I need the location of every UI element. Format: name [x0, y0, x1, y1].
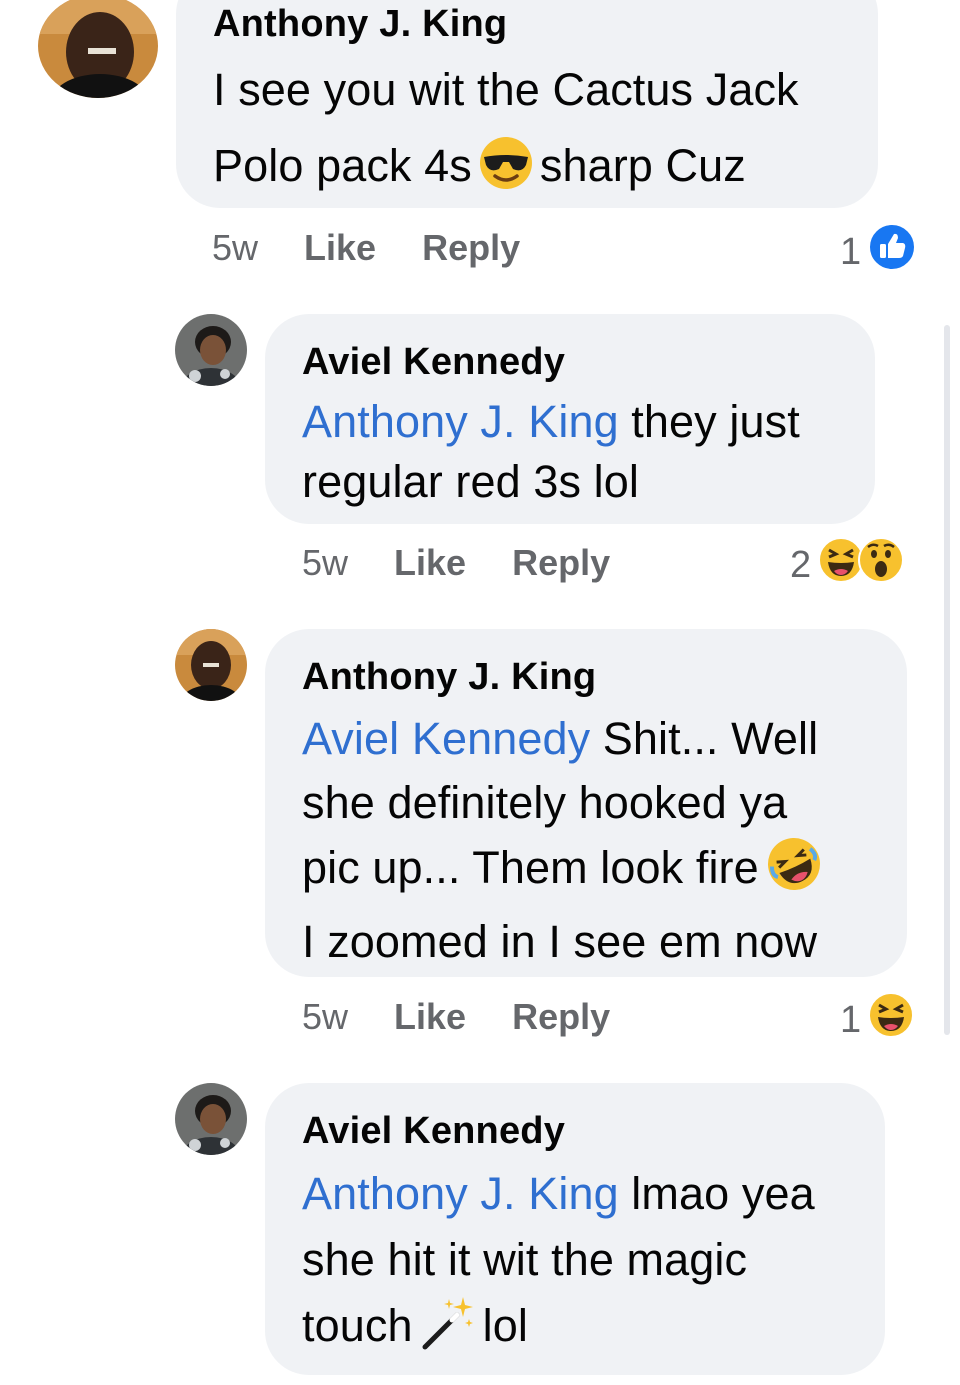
comment-text: Anthony J. King lmao yea she hit it wit … — [302, 1161, 885, 1369]
magic-wand-emoji — [419, 1293, 477, 1369]
comment-bubble: Aviel Kennedy Anthony J. King they just … — [265, 314, 875, 524]
comment-time: 5w — [302, 996, 349, 1037]
comment-time: 5w — [302, 542, 349, 583]
rolling-laughing-emoji — [765, 835, 823, 910]
comment-bubble: Anthony J. King Aviel Kennedy Shit... We… — [265, 629, 907, 977]
like-button[interactable]: Like — [394, 996, 466, 1037]
sunglasses-emoji — [478, 135, 534, 214]
comment-text: Aviel Kennedy Shit... Well she definitel… — [302, 707, 907, 974]
comment-text: I see you wit the Cactus Jack Polo pack … — [213, 52, 878, 214]
reply-button[interactable]: Reply — [512, 996, 610, 1037]
haha-reaction-icon — [867, 991, 915, 1049]
reply-button[interactable]: Reply — [422, 227, 520, 268]
comment-author[interactable]: Aviel Kennedy — [302, 1109, 885, 1153]
reaction-count: 1 — [840, 998, 862, 1041]
comment-author[interactable]: Aviel Kennedy — [302, 340, 875, 384]
avatar-anthony-king[interactable] — [38, 0, 158, 98]
like-reaction-icon — [867, 222, 917, 282]
reaction-count: 2 — [790, 543, 812, 586]
mention-link[interactable]: Aviel Kennedy — [302, 713, 590, 764]
reaction-count: 1 — [840, 230, 862, 273]
comment-bubble: Aviel Kennedy Anthony J. King lmao yea s… — [265, 1083, 885, 1375]
reaction-summary[interactable]: 2 — [790, 536, 905, 594]
comment-actions: 5w Like Reply — [302, 542, 656, 584]
reaction-summary[interactable]: 1 — [840, 222, 917, 282]
comment-actions: 5w Like Reply — [212, 227, 566, 269]
scrollbar[interactable] — [944, 325, 950, 1035]
comment-bubble: Anthony J. King I see you wit the Cactus… — [176, 0, 878, 208]
like-button[interactable]: Like — [304, 227, 376, 268]
wow-reaction-icon — [857, 536, 905, 594]
comment-author[interactable]: Anthony J. King — [302, 655, 907, 699]
avatar-anthony-king[interactable] — [175, 629, 247, 701]
comment-text: Anthony J. King they just regular red 3s… — [302, 396, 800, 507]
like-button[interactable]: Like — [394, 542, 466, 583]
mention-link[interactable]: Anthony J. King — [302, 1168, 619, 1219]
comment-actions: 5w Like Reply — [302, 996, 656, 1038]
reply-button[interactable]: Reply — [512, 542, 610, 583]
comment-time: 5w — [212, 227, 259, 268]
avatar-aviel-kennedy[interactable] — [175, 314, 247, 386]
mention-link[interactable]: Anthony J. King — [302, 396, 619, 447]
comment-author[interactable]: Anthony J. King — [213, 2, 878, 46]
reaction-summary[interactable]: 1 — [840, 991, 915, 1049]
avatar-aviel-kennedy[interactable] — [175, 1083, 247, 1155]
